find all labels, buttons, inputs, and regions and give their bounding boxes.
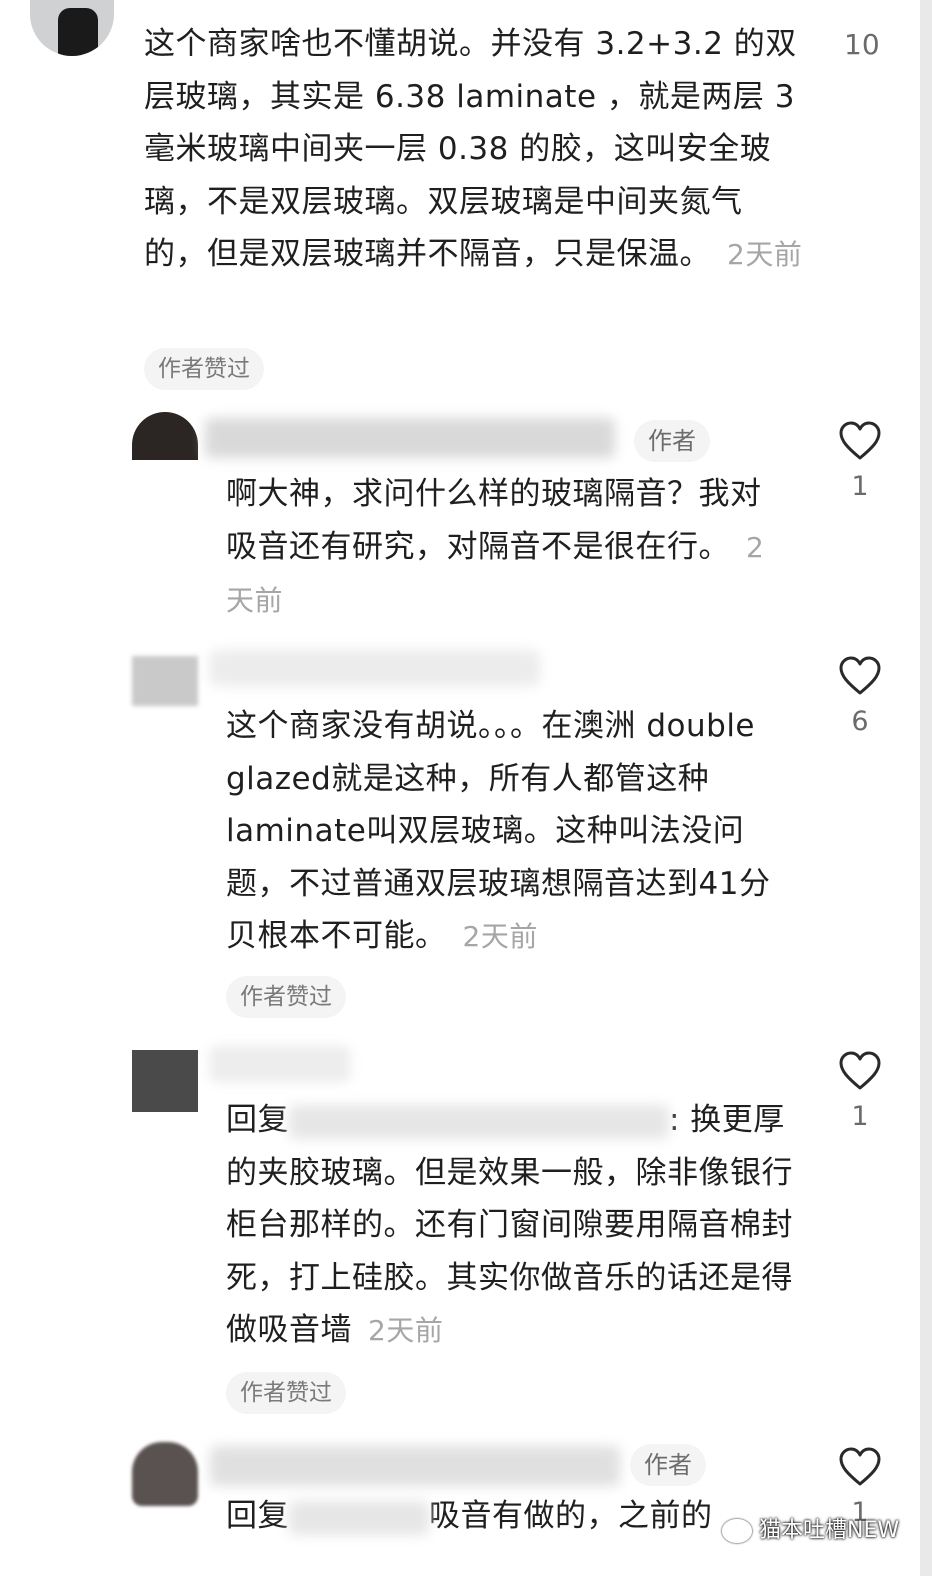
comment-text: 啊大神，求问什么样的玻璃隔音？我对吸音还有研究，对隔音不是很在行。 2天前 — [226, 476, 765, 617]
comment-text: 回复 吸音有做的，之前的 — [226, 1498, 713, 1535]
like-count: 1 — [851, 471, 869, 502]
avatar[interactable] — [132, 1050, 198, 1112]
like-button[interactable]: 6 — [830, 656, 890, 737]
author-name-blurred — [210, 650, 540, 686]
comment-time: 2天前 — [727, 238, 803, 271]
avatar[interactable] — [132, 1442, 198, 1506]
like-button[interactable]: 1 — [830, 1051, 890, 1132]
author-badge: 作者 — [630, 1444, 706, 1486]
author-liked-badge: 作者赞过 — [226, 1372, 346, 1414]
watermark: 猫本吐槽NEW — [722, 1512, 899, 1544]
reply-target-blurred — [289, 1500, 429, 1535]
heart-outline-icon — [839, 656, 881, 695]
comment-time: 2天前 — [368, 1314, 444, 1347]
wechat-icon — [722, 1519, 752, 1543]
like-count: 10 — [844, 28, 880, 61]
author-badge: 作者 — [634, 420, 710, 462]
heart-outline-icon — [839, 421, 881, 460]
right-edge-strip — [920, 0, 932, 1576]
like-count: 6 — [851, 706, 869, 737]
author-name-blurred — [205, 418, 615, 458]
reply-prefix: 回复 — [226, 1102, 289, 1138]
avatar[interactable] — [132, 656, 198, 706]
heart-outline-icon — [839, 1447, 881, 1486]
avatar[interactable] — [30, 0, 114, 56]
author-liked-badge: 作者赞过 — [144, 348, 264, 390]
like-count: 1 — [851, 1101, 869, 1132]
like-button[interactable]: 1 — [830, 421, 890, 502]
reply-prefix: 回复 — [226, 1498, 289, 1534]
reply-target-blurred — [289, 1104, 669, 1139]
comment-text: 这个商家啥也不懂胡说。并没有 3.2+3.2 的双层玻璃，其实是 6.38 la… — [144, 26, 803, 272]
author-liked-badge: 作者赞过 — [226, 976, 346, 1018]
comment-time: 2天前 — [462, 920, 538, 953]
author-name-blurred — [210, 1046, 350, 1082]
comment-text: 这个商家没有胡说。。。在澳洲 double glazed就是这种，所有人都管这种… — [226, 708, 771, 954]
avatar[interactable] — [132, 412, 198, 460]
heart-outline-icon — [839, 1051, 881, 1090]
author-name-blurred — [210, 1446, 620, 1486]
comment-text: 回复: 换更厚的夹胶玻璃。但是效果一般，除非像银行柜台那样的。还有门窗间隙要用隔… — [226, 1102, 793, 1348]
